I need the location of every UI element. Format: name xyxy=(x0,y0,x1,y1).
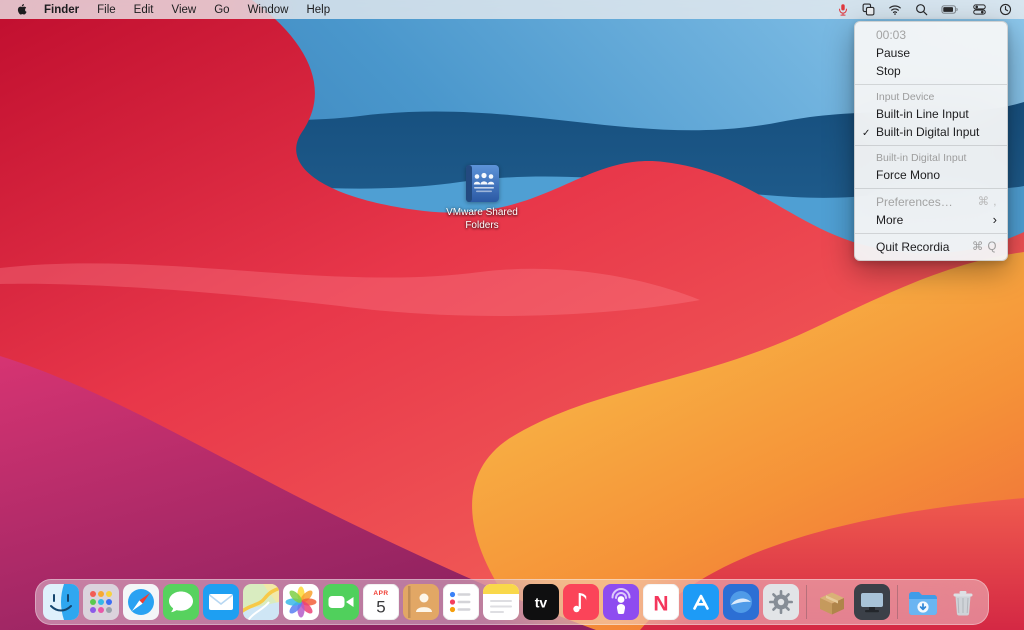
more-label: More xyxy=(876,213,903,227)
quit-label: Quit Recordia xyxy=(876,240,949,254)
calendar-icon[interactable]: APR 5 xyxy=(363,584,399,620)
contacts-icon[interactable] xyxy=(403,584,439,620)
menu-item-quit-recordia[interactable]: Quit Recordia ⌘ Q xyxy=(855,238,1007,256)
podcasts-icon[interactable] xyxy=(603,584,639,620)
menu-item-pause[interactable]: Pause xyxy=(855,44,1007,62)
checkmark-icon: ✓ xyxy=(862,127,870,141)
control-center-icon[interactable] xyxy=(973,3,986,16)
dock: APR 5 xyxy=(35,579,989,625)
messages-icon[interactable] xyxy=(163,584,199,620)
menu-header-input-device: Input Device xyxy=(855,89,1007,105)
menu-help[interactable]: Help xyxy=(297,4,339,16)
svg-text:APR: APR xyxy=(373,590,388,597)
menu-window[interactable]: Window xyxy=(239,4,298,16)
trash-icon[interactable] xyxy=(945,584,981,620)
menu-item-more[interactable]: More › xyxy=(855,211,1007,229)
apple-tv-icon[interactable]: tv xyxy=(523,584,559,620)
menu-item-stop[interactable]: Stop xyxy=(855,62,1007,80)
menu-edit[interactable]: Edit xyxy=(125,4,163,16)
menu-separator xyxy=(855,233,1007,234)
notes-icon[interactable] xyxy=(483,584,519,620)
finder-icon[interactable] xyxy=(43,584,79,620)
apple-menu[interactable] xyxy=(8,3,35,16)
svg-text:5: 5 xyxy=(376,598,385,617)
spotlight-icon[interactable] xyxy=(915,3,928,16)
music-icon[interactable] xyxy=(563,584,599,620)
stop-label: Stop xyxy=(876,64,901,78)
preferences-label: Preferences… xyxy=(876,195,953,209)
dock-separator xyxy=(806,585,807,619)
clock-icon[interactable] xyxy=(999,3,1012,16)
battery-icon[interactable] xyxy=(941,3,960,16)
recordia-menu: 00:03 Pause Stop Input Device Built-in L… xyxy=(854,21,1008,261)
svg-text:tv: tv xyxy=(535,595,548,611)
desktop-icon-label: VMware Shared Folders xyxy=(446,207,518,232)
menu-bar-left: Finder File Edit View Go Window Help xyxy=(8,3,339,16)
menu-go[interactable]: Go xyxy=(205,4,238,16)
menu-file[interactable]: File xyxy=(88,4,125,16)
dock-separator xyxy=(897,585,898,619)
chevron-right-icon: › xyxy=(993,215,997,225)
photos-icon[interactable] xyxy=(283,584,319,620)
menu-item-builtin-digital-input[interactable]: ✓ Built-in Digital Input xyxy=(855,123,1007,141)
svg-text:N: N xyxy=(653,593,668,616)
downloads-folder-icon[interactable] xyxy=(905,584,941,620)
menu-item-force-mono[interactable]: Force Mono xyxy=(855,166,1007,184)
blue-app-icon[interactable] xyxy=(723,584,759,620)
menu-bar-status-area xyxy=(837,3,1016,17)
installer-package-icon[interactable] xyxy=(814,584,850,620)
launchpad-icon[interactable] xyxy=(83,584,119,620)
menu-header-builtin-digital-input: Built-in Digital Input xyxy=(855,150,1007,166)
microphone-icon[interactable] xyxy=(837,3,849,17)
utility-app-icon[interactable] xyxy=(854,584,890,620)
vmware-shared-folders-icon[interactable]: VMware Shared Folders xyxy=(446,163,518,232)
menu-item-builtin-line-input[interactable]: Built-in Line Input xyxy=(855,105,1007,123)
menu-separator xyxy=(855,84,1007,85)
menu-item-preferences: Preferences… ⌘ , xyxy=(855,193,1007,211)
app-menu-finder[interactable]: Finder xyxy=(35,4,88,16)
pause-label: Pause xyxy=(876,46,910,60)
menu-separator xyxy=(855,145,1007,146)
system-preferences-icon[interactable] xyxy=(763,584,799,620)
wifi-icon[interactable] xyxy=(888,3,902,16)
recording-timer: 00:03 xyxy=(876,28,906,42)
displays-icon[interactable] xyxy=(862,3,875,16)
reminders-icon[interactable] xyxy=(443,584,479,620)
digital-input-label: Built-in Digital Input xyxy=(876,125,979,139)
line-input-label: Built-in Line Input xyxy=(876,107,969,121)
menu-separator xyxy=(855,188,1007,189)
apple-icon xyxy=(16,3,27,16)
facetime-icon[interactable] xyxy=(323,584,359,620)
maps-icon[interactable] xyxy=(243,584,279,620)
menu-bar: Finder File Edit View Go Window Help xyxy=(0,0,1024,19)
menu-view[interactable]: View xyxy=(163,4,206,16)
force-mono-label: Force Mono xyxy=(876,168,940,182)
app-store-icon[interactable] xyxy=(683,584,719,620)
quit-shortcut: ⌘ Q xyxy=(972,240,997,254)
mail-icon[interactable] xyxy=(203,584,239,620)
news-icon[interactable]: N xyxy=(643,584,679,620)
shared-folder-drive-icon xyxy=(459,163,505,205)
menu-item-timer: 00:03 xyxy=(855,26,1007,44)
safari-icon[interactable] xyxy=(123,584,159,620)
preferences-shortcut: ⌘ , xyxy=(978,195,997,209)
